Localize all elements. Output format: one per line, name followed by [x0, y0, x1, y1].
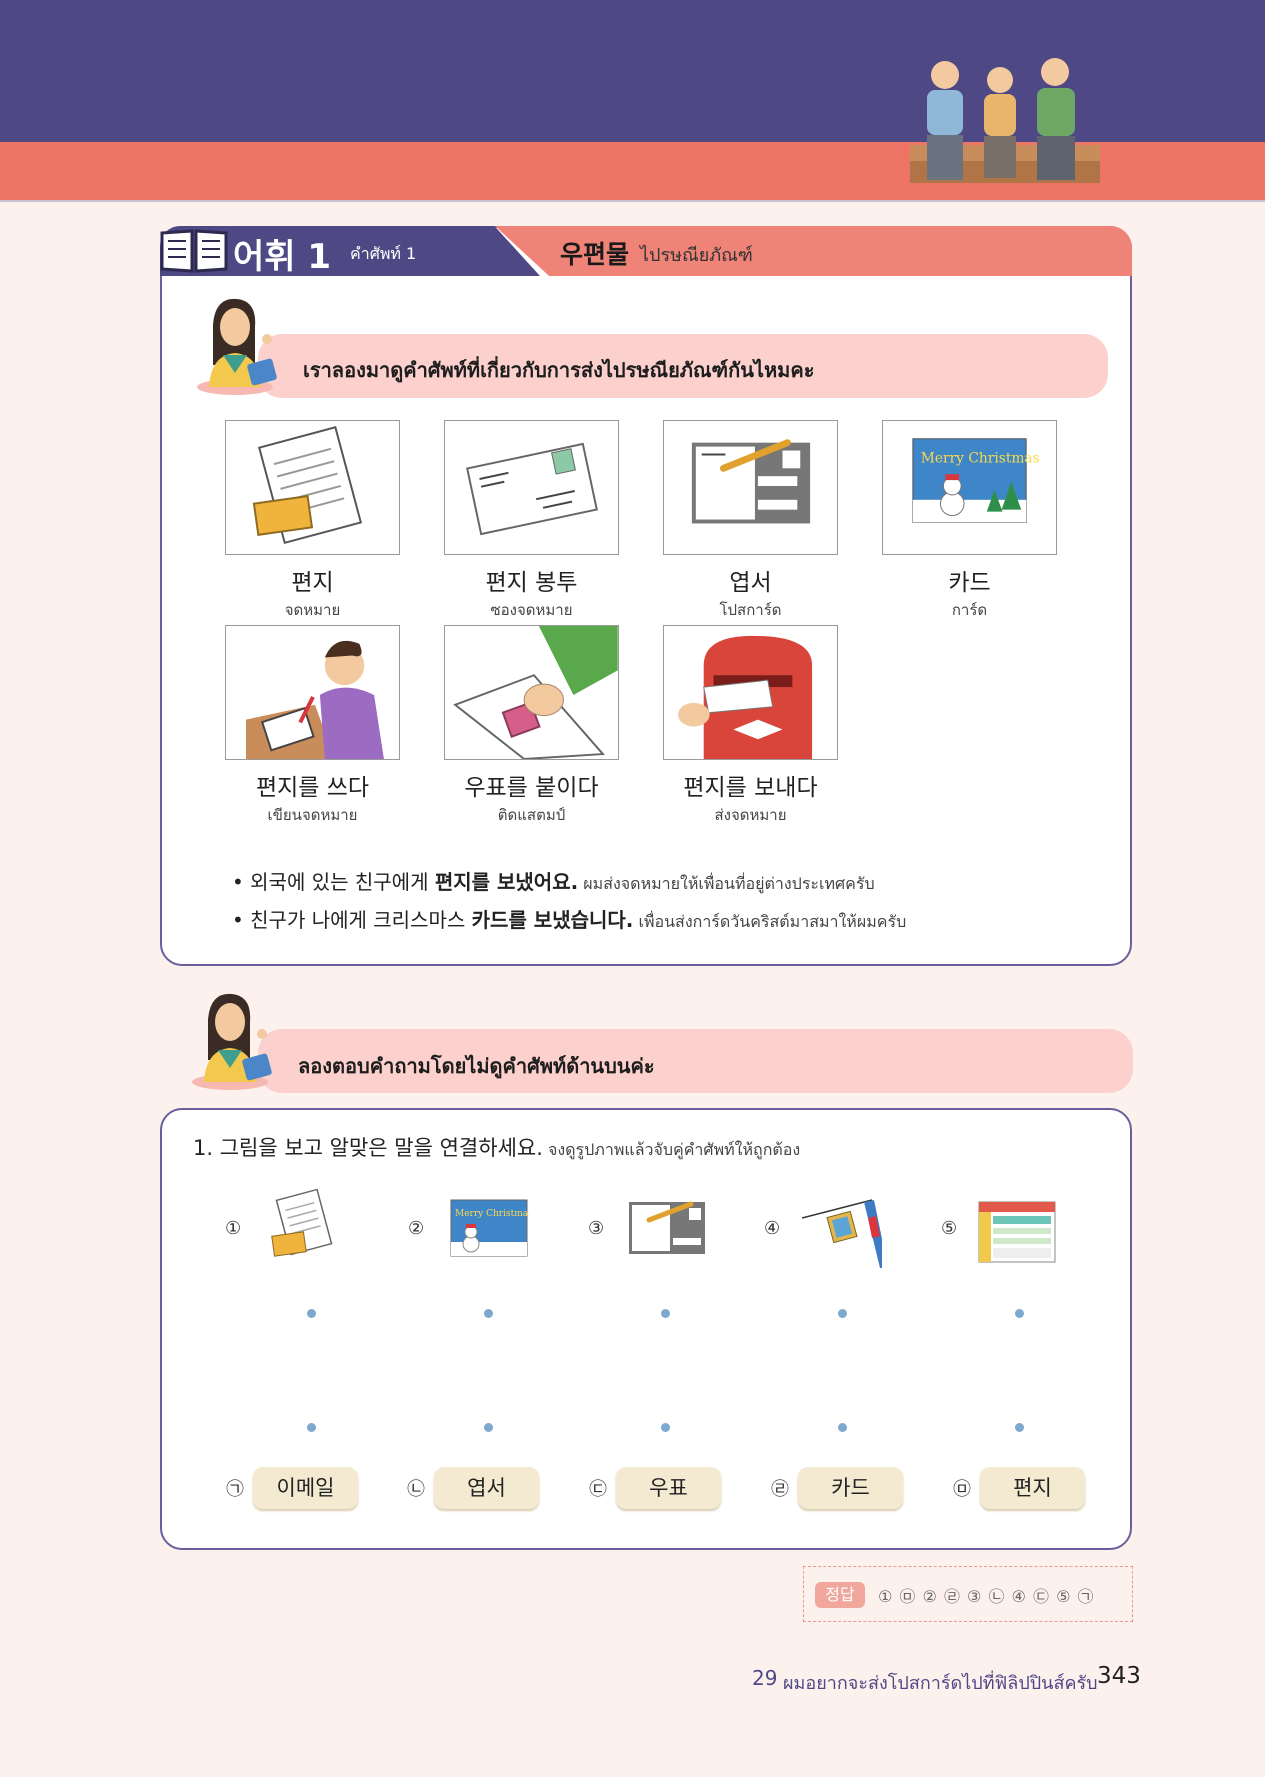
option-mark: ㉡: [407, 1479, 425, 1500]
section-sub: คำศัพท์ 1: [350, 244, 417, 263]
option-card[interactable]: 카드: [798, 1467, 903, 1509]
item-number: ①: [225, 1218, 242, 1239]
mailbox-icon: [678, 635, 813, 759]
match-dot-top[interactable]: [661, 1309, 670, 1318]
stamp-flag-icon: [802, 1199, 882, 1268]
writing-letter-icon: [246, 640, 384, 759]
answer-key: ① ㉤ ② ㉣ ③ ㉡ ④ ㉢ ⑤ ㉠: [878, 1587, 1095, 1606]
postcard-thumbnail: [627, 1188, 707, 1268]
vocab-translation: การ์ด: [951, 601, 988, 619]
stamp-icon: [453, 626, 618, 759]
topic-subtitle: ไปรษณียภัณฑ์: [640, 245, 753, 266]
envelope-picture: [444, 420, 619, 555]
postcard-picture: [663, 420, 838, 555]
christmas-card-picture: Merry Christmas: [882, 420, 1057, 555]
option-stamp[interactable]: 우표: [616, 1467, 721, 1509]
stamp-picture: [444, 625, 619, 760]
open-book-icon: [158, 225, 230, 275]
option-mark: ㉠: [226, 1479, 244, 1500]
svg-text:Merry Christmas: Merry Christmas: [455, 1209, 529, 1219]
item-number: ③: [588, 1218, 605, 1239]
page-number: 343: [1097, 1663, 1141, 1689]
letter-icon: [271, 1188, 333, 1257]
practice-prompt: ลองตอบคำถามโดยไม่ดูคำศัพท์ด้านบนค่ะ: [298, 1054, 655, 1078]
vocab-word: 우표를 붙이다: [464, 775, 599, 801]
match-dot-bottom[interactable]: [838, 1423, 847, 1432]
option-letter[interactable]: 편지: [980, 1467, 1085, 1509]
svg-text:Merry Christmas: Merry Christmas: [921, 450, 1040, 466]
christmas-card-icon: Merry Christmas: [450, 1199, 529, 1257]
vocab-word: 카드: [948, 570, 991, 596]
match-dot-top[interactable]: [838, 1309, 847, 1318]
match-dot-bottom[interactable]: [307, 1423, 316, 1432]
item-number: ⑤: [941, 1218, 958, 1239]
email-window-icon: [978, 1201, 1056, 1263]
match-dot-top[interactable]: [1015, 1309, 1024, 1318]
match-dot-bottom[interactable]: [661, 1423, 670, 1432]
envelope-icon: [466, 442, 598, 536]
example-sentence-2: • 친구가 나에게 크리스마스 카드를 보냈습니다. เพื่อนส่งการ์…: [232, 908, 907, 932]
letter-picture: [225, 420, 400, 555]
match-dot-top[interactable]: [307, 1309, 316, 1318]
item-number: ②: [408, 1218, 425, 1239]
match-dot-bottom[interactable]: [1015, 1423, 1024, 1432]
section-label: 어휘 1: [233, 237, 332, 277]
vocab-word: 편지 봉투: [485, 570, 578, 596]
mailbox-picture: [663, 625, 838, 760]
postcard-icon: [629, 1201, 705, 1254]
option-mark: ㉤: [953, 1479, 971, 1500]
topic-title: 우편물: [560, 240, 630, 269]
vocab-translation: ติดแสตมป์: [497, 806, 566, 824]
stamp-flag-thumbnail: [802, 1188, 882, 1268]
example-sentence-1: • 외국에 있는 친구에게 편지를 보냈어요. ผมส่งจดหมายให้เพ…: [232, 870, 875, 894]
teacher-avatar: [195, 295, 285, 395]
writing-letter-picture: [225, 625, 400, 760]
answer-label: 정답: [815, 1582, 865, 1608]
vocab-word: 편지를 보내다: [683, 775, 818, 801]
intro-prompt: เราลองมาดูคำศัพท์ที่เกี่ยวกับการส่งไปรษณ…: [303, 358, 815, 382]
christmas-card-thumbnail: Merry Christmas: [449, 1188, 529, 1268]
exercise-question: 1. 그림을 보고 알맞은 말을 연결하세요. จงดูรูปภาพแล้วจั…: [193, 1136, 801, 1160]
people-on-bench-illustration: [905, 50, 1105, 210]
item-number: ④: [764, 1218, 781, 1239]
option-mark: ㉢: [589, 1479, 607, 1500]
match-dot-bottom[interactable]: [484, 1423, 493, 1432]
option-email[interactable]: 이메일: [253, 1467, 358, 1509]
postcard-icon: [691, 439, 811, 524]
vocab-word: 엽서: [729, 570, 772, 596]
vocab-translation: จดหมาย: [284, 601, 341, 619]
vocab-word: 편지를 쓰다: [255, 775, 370, 801]
vocab-translation: ซองจดหมาย: [490, 601, 573, 619]
option-postcard[interactable]: 엽서: [434, 1467, 539, 1509]
vocab-translation: เขียนจดหมาย: [267, 806, 358, 824]
letter-thumbnail: [265, 1188, 345, 1268]
vocab-word: 편지: [291, 570, 334, 596]
christmas-card-icon: Merry Christmas: [912, 438, 1040, 523]
teacher-avatar: [190, 990, 280, 1090]
letter-icon: [252, 426, 363, 545]
email-window-thumbnail: [977, 1188, 1057, 1268]
vocab-translation: ส่งจดหมาย: [714, 806, 787, 824]
vocab-translation: โปสการ์ด: [719, 601, 782, 619]
match-dot-top[interactable]: [484, 1309, 493, 1318]
option-mark: ㉣: [771, 1479, 789, 1500]
lesson-number: 29: [752, 1666, 778, 1690]
lesson-title: ผมอยากจะส่งโปสการ์ดไปที่ฟิลิปปินส์ครับ: [783, 1673, 1098, 1694]
